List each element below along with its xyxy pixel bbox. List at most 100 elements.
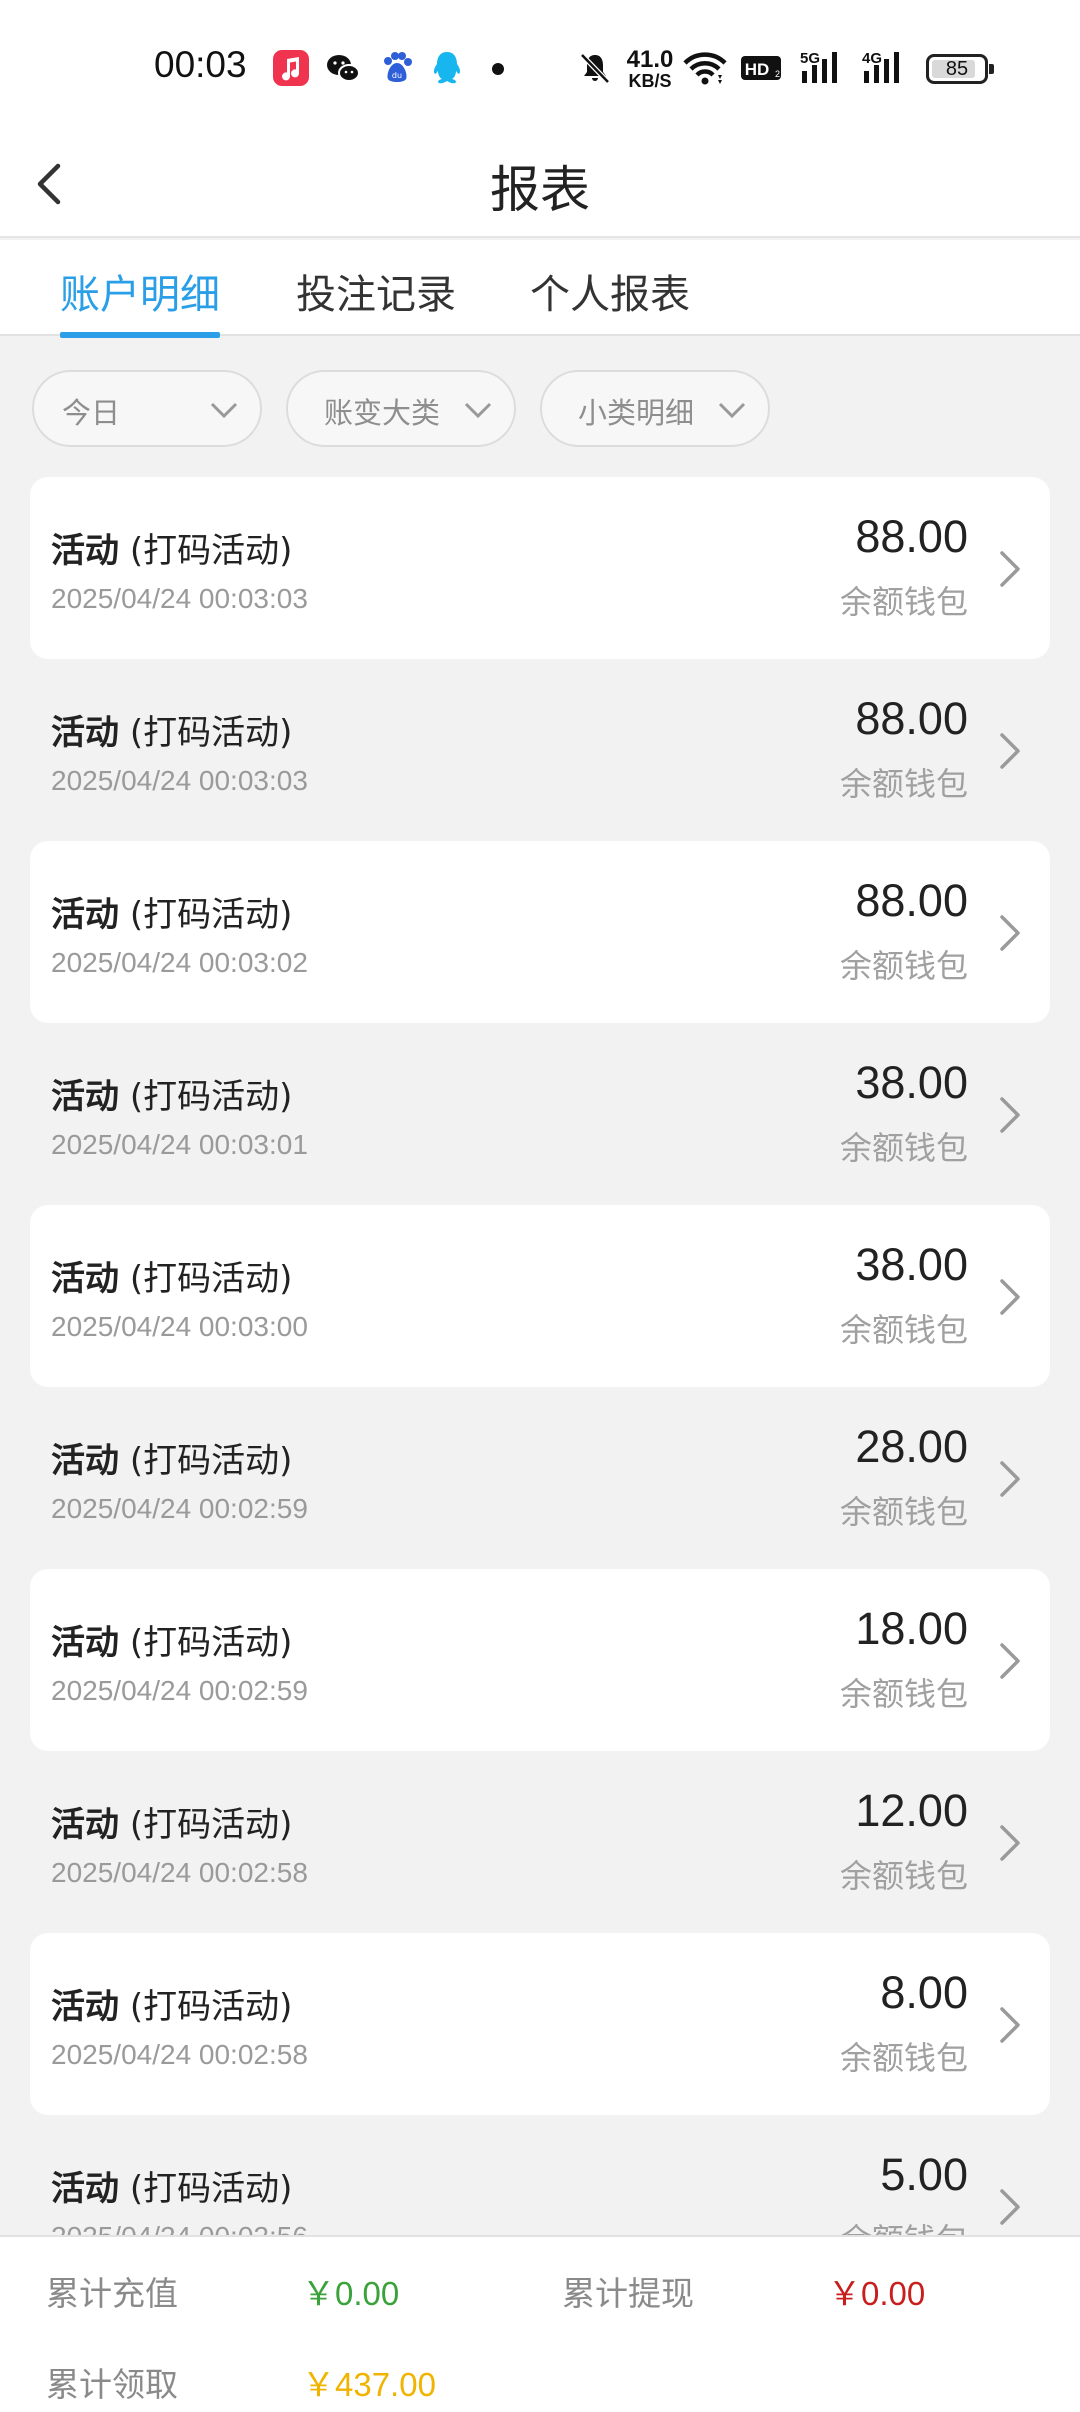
- tab-bet-records[interactable]: 投注记录: [296, 262, 456, 320]
- record-category: 活动: [51, 1623, 119, 1663]
- chevron-down-icon: [210, 402, 238, 419]
- chevron-right-icon: [1000, 2007, 1020, 2043]
- record-subcategory: (打码活动): [129, 1623, 293, 1663]
- record-category: 活动: [51, 1259, 119, 1299]
- record-row[interactable]: 活动 (打码活动) 2025/04/24 00:03:03 88.00 余额钱包: [30, 477, 1050, 659]
- record-subcategory: (打码活动): [129, 2169, 293, 2209]
- qq-icon: [433, 52, 461, 84]
- record-row[interactable]: 活动 (打码活动) 2025/04/24 00:02:58 8.00 余额钱包: [30, 1933, 1050, 2115]
- record-amount: 88.00: [855, 511, 968, 562]
- header-bar: 报表: [0, 140, 1080, 238]
- status-bar: 00:03 du 41.0 KB/S HD 2 5G 4G 85: [0, 0, 1080, 140]
- record-subcategory: (打码活动): [129, 1077, 293, 1117]
- baidu-icon: du: [384, 52, 412, 82]
- record-datetime: 2025/04/24 00:03:00: [51, 1311, 308, 1342]
- filter-date-label: 今日: [62, 396, 121, 430]
- battery-level: 85: [945, 58, 969, 80]
- chevron-right-icon: [1000, 551, 1020, 587]
- filter-sub-category-dropdown[interactable]: 小类明细: [540, 370, 770, 447]
- record-subcategory: (打码活动): [129, 1441, 293, 1481]
- filter-major-category-dropdown[interactable]: 账变大类: [286, 370, 516, 447]
- record-subcategory: (打码活动): [129, 895, 293, 935]
- total-withdraw-value: ￥0.00: [828, 2275, 926, 2312]
- record-amount: 5.00: [880, 2149, 968, 2200]
- svg-text:2: 2: [775, 69, 780, 79]
- status-time: 00:03: [154, 44, 247, 85]
- record-amount: 12.00: [855, 1785, 968, 1836]
- net-speed-value: 41.0: [626, 46, 674, 73]
- record-wallet: 余额钱包: [839, 1311, 968, 1349]
- record-wallet: 余额钱包: [839, 583, 968, 621]
- record-title: 活动 (打码活动): [51, 1797, 292, 1846]
- chevron-right-icon: [1000, 915, 1020, 951]
- battery-icon: 85: [926, 54, 994, 84]
- record-amount: 88.00: [855, 693, 968, 744]
- hd-label: HD: [745, 60, 770, 79]
- record-row[interactable]: 活动 (打码活动) 2025/04/24 00:02:59 28.00 余额钱包: [30, 1387, 1050, 1569]
- record-title: 活动 (打码活动): [51, 887, 292, 936]
- svg-text:du: du: [392, 71, 402, 80]
- record-title: 活动 (打码活动): [51, 523, 292, 572]
- record-wallet: 余额钱包: [839, 765, 968, 803]
- filter-major-category-label: 账变大类: [324, 396, 441, 430]
- music-app-icon: [273, 50, 309, 86]
- record-title: 活动 (打码活动): [51, 705, 292, 754]
- record-row[interactable]: 活动 (打码活动) 2025/04/24 00:03:00 38.00 余额钱包: [30, 1205, 1050, 1387]
- record-datetime: 2025/04/24 00:02:59: [51, 1493, 308, 1524]
- 4g-label: 4G: [862, 50, 882, 67]
- record-wallet: 余额钱包: [839, 1493, 968, 1531]
- 5g-label: 5G: [800, 50, 820, 67]
- record-amount: 88.00: [855, 875, 968, 926]
- record-row[interactable]: 活动 (打码活动) 2025/04/24 00:02:59 18.00 余额钱包: [30, 1569, 1050, 1751]
- record-category: 活动: [51, 895, 119, 935]
- record-wallet: 余额钱包: [839, 1675, 968, 1713]
- record-wallet: 余额钱包: [839, 1129, 968, 1167]
- record-row[interactable]: 活动 (打码活动) 2025/04/24 00:02:58 12.00 余额钱包: [30, 1751, 1050, 1933]
- record-datetime: 2025/04/24 00:03:03: [51, 765, 308, 796]
- record-category: 活动: [51, 2169, 119, 2209]
- total-claimed-value: ￥437.00: [302, 2366, 436, 2403]
- record-datetime: 2025/04/24 00:02:58: [51, 2039, 308, 2070]
- record-title: 活动 (打码活动): [51, 1979, 292, 2028]
- mute-bell-icon: [580, 53, 610, 84]
- record-title: 活动 (打码活动): [51, 2161, 292, 2210]
- record-title: 活动 (打码活动): [51, 1251, 292, 1300]
- tab-account-details[interactable]: 账户明细: [60, 262, 220, 320]
- record-category: 活动: [51, 1987, 119, 2027]
- record-wallet: 余额钱包: [839, 1857, 968, 1895]
- record-row[interactable]: 活动 (打码活动) 2025/04/24 00:03:03 88.00 余额钱包: [30, 659, 1050, 841]
- total-withdraw-label: 累计提现: [562, 2274, 694, 2313]
- wifi-icon: [683, 52, 727, 85]
- chevron-right-icon: [1000, 1279, 1020, 1315]
- record-subcategory: (打码活动): [129, 531, 293, 571]
- total-deposit-value: ￥0.00: [302, 2275, 400, 2312]
- record-amount: 38.00: [855, 1057, 968, 1108]
- net-speed-unit: KB/S: [628, 71, 672, 91]
- chevron-right-icon: [1000, 1643, 1020, 1679]
- tab-bar: 账户明细 投注记录 个人报表: [0, 240, 1080, 338]
- chevron-down-icon: [718, 402, 746, 419]
- summary-panel: 累计充值 ￥0.00 累计提现 ￥0.00 累计领取 ￥437.00: [0, 2235, 1080, 2412]
- record-title: 活动 (打码活动): [51, 1433, 292, 1482]
- record-category: 活动: [51, 713, 119, 753]
- chevron-right-icon: [1000, 2189, 1020, 2225]
- tab-personal-report[interactable]: 个人报表: [530, 262, 690, 320]
- record-title: 活动 (打码活动): [51, 1615, 292, 1664]
- record-category: 活动: [51, 531, 119, 571]
- record-datetime: 2025/04/24 00:03:02: [51, 947, 308, 978]
- record-row[interactable]: 活动 (打码活动) 2025/04/24 00:03:02 88.00 余额钱包: [30, 841, 1050, 1023]
- record-subcategory: (打码活动): [129, 713, 293, 753]
- record-amount: 18.00: [855, 1603, 968, 1654]
- notification-dot-icon: [492, 63, 504, 75]
- record-wallet: 余额钱包: [839, 2039, 968, 2077]
- record-amount: 38.00: [855, 1239, 968, 1290]
- record-datetime: 2025/04/24 00:02:59: [51, 1675, 308, 1706]
- record-wallet: 余额钱包: [839, 947, 968, 985]
- filter-sub-category-label: 小类明细: [578, 396, 695, 430]
- net-speed: 41.0 KB/S: [624, 48, 676, 91]
- filter-date-dropdown[interactable]: 今日: [32, 370, 262, 447]
- record-amount: 8.00: [880, 1967, 968, 2018]
- record-row[interactable]: 活动 (打码活动) 2025/04/24 00:03:01 38.00 余额钱包: [30, 1023, 1050, 1205]
- signal-5g-icon: 5G: [800, 50, 837, 83]
- hd-icon: HD 2: [741, 56, 781, 80]
